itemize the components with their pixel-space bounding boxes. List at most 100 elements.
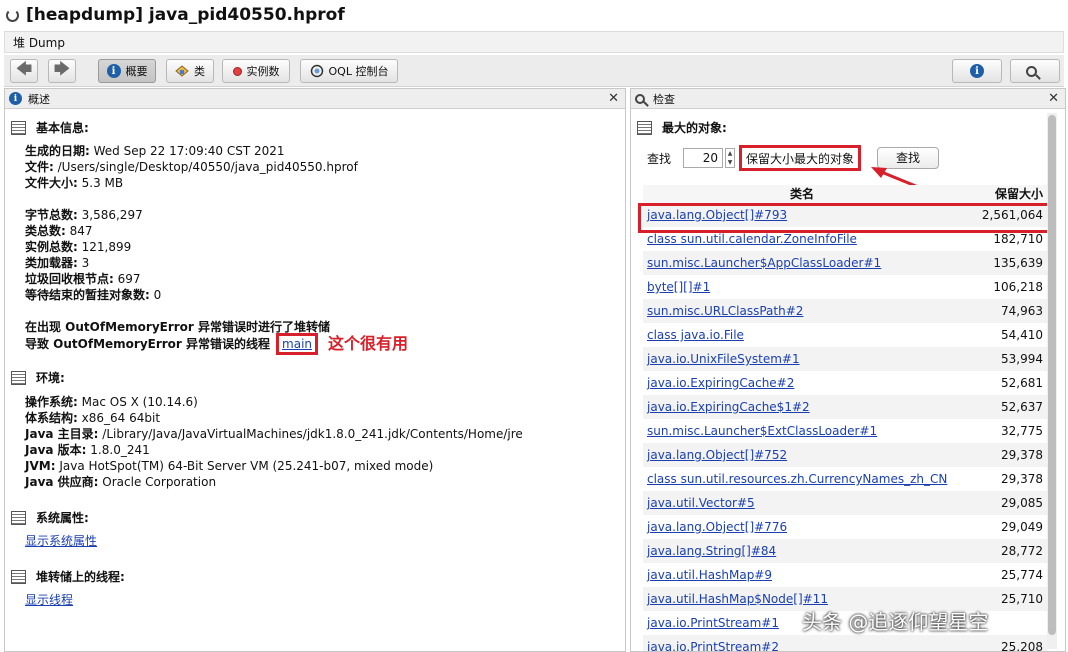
object-cell: sun.misc.Launcher$ExtClassLoader#1 [643, 424, 961, 438]
toolbar: 🡄 🡆 i 概要 类 实例数 OQL 控制台 i [4, 55, 1064, 87]
table-row[interactable]: byte[][]#1 106,218 [643, 275, 1047, 299]
oql-label: OQL 控制台 [328, 65, 389, 78]
instances-button[interactable]: 实例数 [222, 59, 290, 83]
vertical-scrollbar[interactable] [1047, 113, 1057, 649]
arrow-left-icon: 🡄 [15, 58, 33, 78]
table-row[interactable]: java.io.UnixFileSystem#1 53,994 [643, 347, 1047, 371]
table-row[interactable]: sun.misc.Launcher$ExtClassLoader#1 32,775 [643, 419, 1047, 443]
retained-size-cell: 29,378 [1001, 472, 1043, 486]
table-row[interactable]: java.io.ExpiringCache#2 52,681 [643, 371, 1047, 395]
tab-heap-dump[interactable]: 堆 Dump [13, 34, 65, 51]
object-cell: sun.misc.Launcher$AppClassLoader#1 [643, 256, 961, 270]
object-cell: java.io.ExpiringCache$1#2 [643, 400, 961, 414]
info-icon: i [9, 92, 22, 105]
summary-panel: i 概述 ✕ 基本信息: 生成的日期: Wed Sep 22 17:09:40 … [4, 88, 626, 652]
retained-size-cell: 25,208 [1001, 640, 1043, 652]
object-link[interactable]: java.lang.String[]#84 [647, 544, 776, 558]
count-stepper[interactable]: ▲ ▼ [725, 148, 736, 168]
sysprops-heading: 系统属性: [11, 509, 89, 526]
object-link[interactable]: java.io.PrintStream#2 [647, 640, 779, 651]
table-row[interactable]: java.lang.Object[]#776 29,049 [643, 515, 1047, 539]
info-button[interactable]: i [952, 59, 1002, 83]
object-cell: byte[][]#1 [643, 280, 961, 294]
object-cell: class sun.util.resources.zh.CurrencyName… [643, 472, 961, 486]
object-link[interactable]: java.lang.Object[]#776 [647, 520, 787, 534]
table-row[interactable]: java.util.Vector#5 29,085 [643, 491, 1047, 515]
table-row[interactable]: sun.misc.Launcher$AppClassLoader#1 135,63… [643, 251, 1047, 275]
object-link[interactable]: java.io.UnixFileSystem#1 [647, 352, 800, 366]
env-os: 操作系统: Mac OS X (10.14.6) [25, 395, 198, 409]
oom-thread-line: 导致 OutOfMemoryError 异常错误的线程 main 这个很有用 [25, 333, 409, 355]
summary-button[interactable]: i 概要 [98, 59, 156, 83]
table-row[interactable]: java.lang.Object[]#752 29,378 [643, 443, 1047, 467]
search-icon [635, 93, 645, 104]
back-button[interactable]: 🡄 [10, 59, 38, 83]
object-link[interactable]: java.io.ExpiringCache$1#2 [647, 400, 810, 414]
retained-size-cell: 32,775 [1001, 424, 1043, 438]
info-icon: i [106, 64, 121, 78]
instance-icon [232, 66, 242, 76]
table-row[interactable]: java.io.PrintStream#2 25,208 [643, 635, 1047, 652]
forward-button[interactable]: 🡆 [48, 59, 76, 83]
object-cell: java.util.HashMap$Node[]#11 [643, 592, 961, 606]
show-threads-link[interactable]: 显示线程 [25, 593, 73, 607]
object-link[interactable]: java.util.HashMap$Node[]#11 [647, 592, 828, 606]
object-link[interactable]: java.io.PrintStream#1 [647, 616, 779, 630]
search-icon [1025, 65, 1037, 77]
annotation-text: 这个很有用 [328, 334, 409, 353]
object-cell: java.util.HashMap#9 [643, 568, 961, 582]
classes-button[interactable]: 类 [166, 59, 214, 83]
count-input[interactable]: 20 [683, 148, 724, 168]
mode-select[interactable]: 保留大小最大的对象 [739, 145, 862, 171]
object-link[interactable]: class sun.util.resources.zh.CurrencyName… [647, 472, 947, 486]
main-thread-link[interactable]: main [282, 337, 312, 351]
basic-info-heading: 基本信息: [11, 119, 89, 136]
main-thread-highlight: main [276, 333, 319, 355]
info-instances: 实例总数: 121,899 [25, 240, 132, 254]
object-link[interactable]: sun.misc.URLClassPath#2 [647, 304, 803, 318]
object-cell: java.io.PrintStream#2 [643, 640, 961, 651]
table-row[interactable]: class java.io.File 54,410 [643, 323, 1047, 347]
table-row[interactable]: java.io.ExpiringCache$1#2 52,637 [643, 395, 1047, 419]
table-row[interactable]: java.util.HashMap#9 25,774 [643, 563, 1047, 587]
table-row[interactable]: java.lang.String[]#84 28,772 [643, 539, 1047, 563]
object-link[interactable]: java.lang.Object[]#752 [647, 448, 787, 462]
object-link[interactable]: java.util.Vector#5 [647, 496, 755, 510]
search-button[interactable] [1010, 59, 1060, 83]
threads-heading: 堆转储上的线程: [11, 568, 125, 585]
column-header-retained-size[interactable]: 保留大小 [961, 185, 1047, 203]
retained-size-cell: 106,218 [993, 280, 1043, 294]
table-row[interactable]: class sun.util.resources.zh.CurrencyName… [643, 467, 1047, 491]
env-arch: 体系结构: x86_64 64bit [25, 411, 161, 425]
table-row[interactable]: sun.misc.URLClassPath#2 74,963 [643, 299, 1047, 323]
info-size: 文件大小: 5.3 MB [25, 176, 124, 190]
classes-label: 类 [194, 65, 205, 78]
retained-size-cell: 29,085 [1001, 496, 1043, 510]
object-link[interactable]: class java.io.File [647, 328, 744, 342]
close-icon[interactable]: ✕ [1048, 91, 1059, 106]
classes-icon [175, 65, 189, 77]
env-jvm: JVM: Java HotSpot(TM) 64-Bit Server VM (… [25, 459, 434, 473]
env-vendor: Java 供应商: Oracle Corporation [25, 475, 217, 489]
info-gcroots: 垃圾回收根节点: 697 [25, 272, 141, 286]
close-icon[interactable]: ✕ [608, 91, 619, 106]
retained-size-cell: 52,637 [1001, 400, 1043, 414]
scrollbar-thumb[interactable] [1048, 115, 1056, 635]
info-classes: 类总数: 847 [25, 224, 93, 238]
object-link[interactable]: java.util.HashMap#9 [647, 568, 772, 582]
object-link[interactable]: class sun.util.calendar.ZoneInfoFile [647, 232, 857, 246]
object-link[interactable]: byte[][]#1 [647, 280, 710, 294]
info-date: 生成的日期: Wed Sep 22 17:09:40 CST 2021 [25, 144, 285, 158]
inspect-panel-title: 检查 [653, 92, 675, 106]
inspect-panel: 检查 ✕ 最大的对象: 查找 20 ▲ ▼ 保留大小最大的对象 查找 类名 保留大… [630, 88, 1066, 652]
object-link[interactable]: sun.misc.Launcher$ExtClassLoader#1 [647, 424, 877, 438]
show-system-properties-link[interactable]: 显示系统属性 [25, 534, 97, 548]
env-home: Java 主目录: /Library/Java/JavaVirtualMachi… [25, 427, 523, 441]
title-bar: [heapdump] java_pid40550.hprof [0, 0, 1068, 30]
object-link[interactable]: java.io.ExpiringCache#2 [647, 376, 794, 390]
object-cell: sun.misc.URLClassPath#2 [643, 304, 961, 318]
object-link[interactable]: sun.misc.Launcher$AppClassLoader#1 [647, 256, 881, 270]
loading-spinner-icon [6, 8, 19, 22]
column-header-class-name[interactable]: 类名 [643, 185, 961, 203]
oql-console-button[interactable]: OQL 控制台 [300, 59, 398, 83]
